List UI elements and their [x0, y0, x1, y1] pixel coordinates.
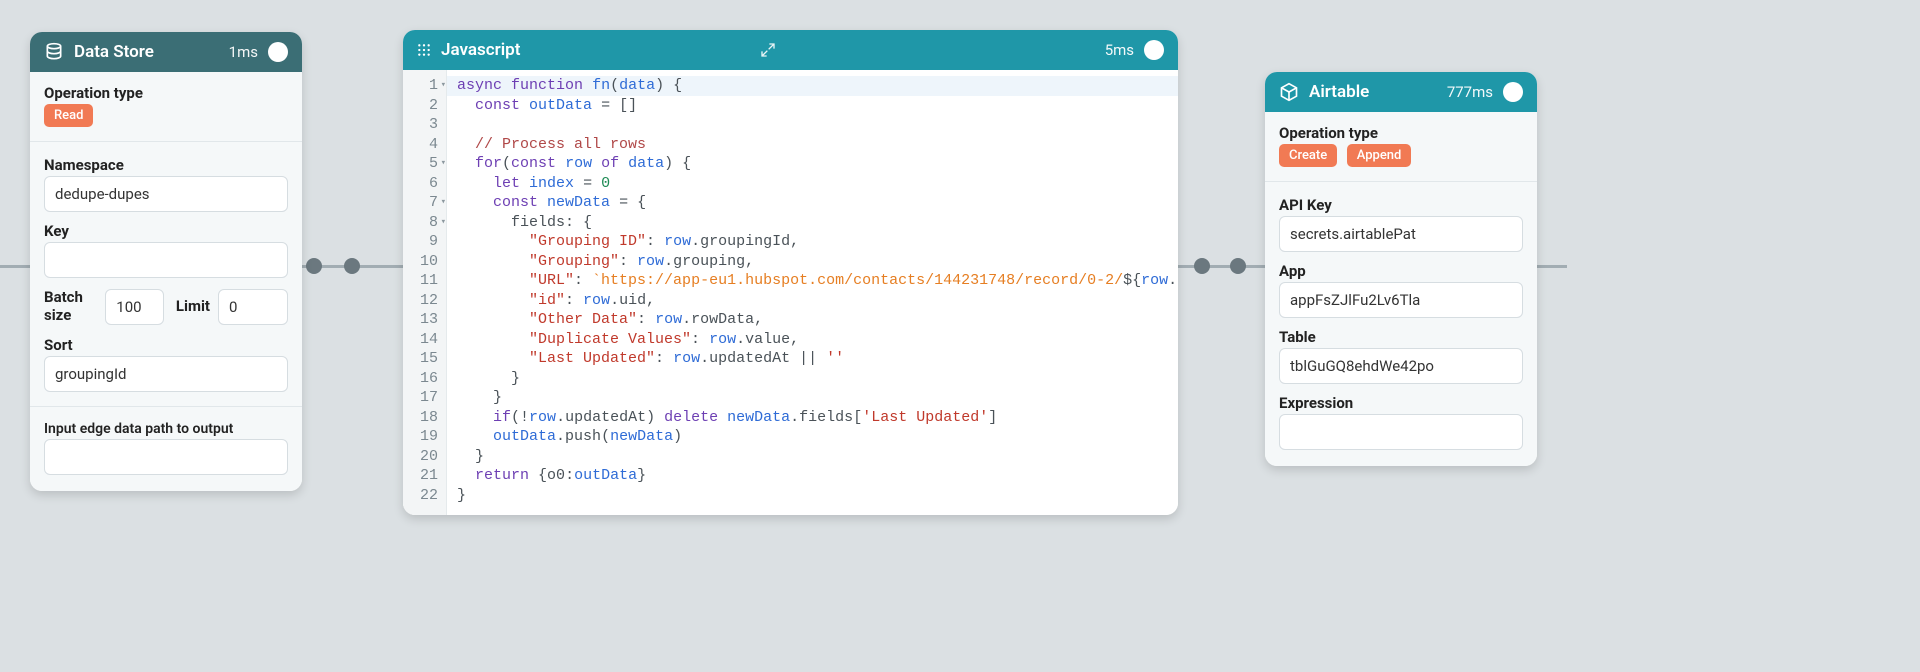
namespace-input[interactable]: dedupe-dupes [44, 176, 288, 212]
node-timing: 1ms [229, 43, 258, 61]
op-append-button[interactable]: Append [1347, 144, 1412, 167]
api-key-label: API Key [1279, 196, 1523, 214]
edge [1537, 265, 1567, 268]
edge-port[interactable] [1194, 258, 1210, 274]
api-key-input[interactable]: secrets.airtablePat [1279, 216, 1523, 252]
output-path-input[interactable] [44, 439, 288, 475]
batch-size-input[interactable]: 100 [105, 289, 164, 325]
app-label: App [1279, 262, 1523, 280]
grip-icon[interactable] [417, 43, 431, 57]
output-path-label: Input edge data path to output [44, 421, 288, 437]
edge [1178, 265, 1266, 268]
limit-input[interactable]: 0 [218, 289, 288, 325]
info-icon[interactable]: i [1144, 40, 1164, 60]
separator [30, 406, 302, 407]
op-read-button[interactable]: Read [44, 104, 93, 127]
node-title: Javascript [441, 40, 750, 60]
database-icon [44, 42, 64, 62]
op-type-label: Operation type [44, 84, 288, 102]
node-timing: 5ms [1105, 41, 1134, 59]
sort-input[interactable]: groupingId [44, 356, 288, 392]
table-input[interactable]: tblGuGQ8ehdWe42po [1279, 348, 1523, 384]
batch-size-label: Batch size [44, 288, 97, 324]
sort-label: Sort [44, 336, 288, 354]
node-header[interactable]: Airtable 777ms i [1265, 72, 1537, 112]
box-icon [1279, 82, 1299, 102]
expression-input[interactable] [1279, 414, 1523, 450]
edge-port[interactable] [1230, 258, 1246, 274]
app-input[interactable]: appFsZJlFu2Lv6Tla [1279, 282, 1523, 318]
code-editor[interactable]: 12345678910111213141516171819202122 asyn… [403, 70, 1178, 515]
node-title: Data Store [74, 42, 219, 62]
key-input[interactable] [44, 242, 288, 278]
op-type-label: Operation type [1279, 124, 1523, 142]
node-data-store[interactable]: Data Store 1ms i Operation type Read Nam… [30, 32, 302, 491]
expression-label: Expression [1279, 394, 1523, 412]
table-label: Table [1279, 328, 1523, 346]
node-header[interactable]: Data Store 1ms i [30, 32, 302, 72]
key-label: Key [44, 222, 288, 240]
op-create-button[interactable]: Create [1279, 144, 1337, 167]
node-airtable[interactable]: Airtable 777ms i Operation type Create A… [1265, 72, 1537, 466]
expand-icon[interactable] [760, 42, 776, 58]
edge-port[interactable] [306, 258, 322, 274]
separator [30, 141, 302, 142]
info-icon[interactable]: i [1503, 82, 1523, 102]
namespace-label: Namespace [44, 156, 288, 174]
node-title: Airtable [1309, 82, 1437, 102]
limit-label: Limit [176, 297, 210, 315]
node-javascript[interactable]: Javascript 5ms i 12345678910111213141516… [403, 30, 1178, 515]
edge-port[interactable] [344, 258, 360, 274]
info-icon[interactable]: i [268, 42, 288, 62]
edge [0, 265, 30, 268]
node-timing: 777ms [1447, 83, 1493, 101]
node-header[interactable]: Javascript 5ms i [403, 30, 1178, 70]
separator [1265, 181, 1537, 182]
